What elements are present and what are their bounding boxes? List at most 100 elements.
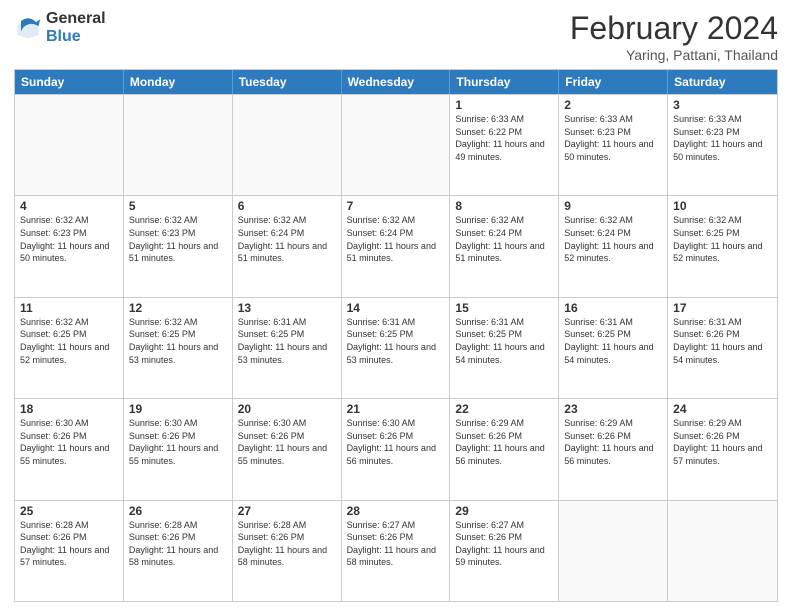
- day-number: 2: [564, 98, 662, 112]
- calendar-cell: 5Sunrise: 6:32 AMSunset: 6:23 PMDaylight…: [124, 196, 233, 296]
- sun-info: Sunrise: 6:33 AMSunset: 6:22 PMDaylight:…: [455, 113, 553, 163]
- calendar-cell: 25Sunrise: 6:28 AMSunset: 6:26 PMDayligh…: [15, 501, 124, 601]
- header: General Blue February 2024 Yaring, Patta…: [14, 10, 778, 63]
- day-number: 17: [673, 301, 772, 315]
- calendar-cell: 7Sunrise: 6:32 AMSunset: 6:24 PMDaylight…: [342, 196, 451, 296]
- sun-info: Sunrise: 6:32 AMSunset: 6:24 PMDaylight:…: [238, 214, 336, 264]
- calendar-cell: 1Sunrise: 6:33 AMSunset: 6:22 PMDaylight…: [450, 95, 559, 195]
- day-number: 24: [673, 402, 772, 416]
- sun-info: Sunrise: 6:31 AMSunset: 6:25 PMDaylight:…: [238, 316, 336, 366]
- day-number: 10: [673, 199, 772, 213]
- sun-info: Sunrise: 6:32 AMSunset: 6:24 PMDaylight:…: [347, 214, 445, 264]
- sun-info: Sunrise: 6:30 AMSunset: 6:26 PMDaylight:…: [347, 417, 445, 467]
- page: General Blue February 2024 Yaring, Patta…: [0, 0, 792, 612]
- day-number: 8: [455, 199, 553, 213]
- calendar-cell: 15Sunrise: 6:31 AMSunset: 6:25 PMDayligh…: [450, 298, 559, 398]
- calendar-cell: 20Sunrise: 6:30 AMSunset: 6:26 PMDayligh…: [233, 399, 342, 499]
- calendar-header-cell: Friday: [559, 70, 668, 94]
- sun-info: Sunrise: 6:27 AMSunset: 6:26 PMDaylight:…: [347, 519, 445, 569]
- calendar-cell: [124, 95, 233, 195]
- sun-info: Sunrise: 6:32 AMSunset: 6:24 PMDaylight:…: [455, 214, 553, 264]
- sun-info: Sunrise: 6:32 AMSunset: 6:25 PMDaylight:…: [20, 316, 118, 366]
- sun-info: Sunrise: 6:28 AMSunset: 6:26 PMDaylight:…: [129, 519, 227, 569]
- calendar-header-row: SundayMondayTuesdayWednesdayThursdayFrid…: [15, 70, 777, 94]
- calendar-cell: 2Sunrise: 6:33 AMSunset: 6:23 PMDaylight…: [559, 95, 668, 195]
- location: Yaring, Pattani, Thailand: [570, 47, 778, 63]
- sun-info: Sunrise: 6:30 AMSunset: 6:26 PMDaylight:…: [129, 417, 227, 467]
- calendar-header-cell: Monday: [124, 70, 233, 94]
- calendar-cell: 14Sunrise: 6:31 AMSunset: 6:25 PMDayligh…: [342, 298, 451, 398]
- day-number: 6: [238, 199, 336, 213]
- sun-info: Sunrise: 6:29 AMSunset: 6:26 PMDaylight:…: [455, 417, 553, 467]
- month-year: February 2024: [570, 10, 778, 47]
- day-number: 18: [20, 402, 118, 416]
- calendar-cell: [233, 95, 342, 195]
- calendar-row: 25Sunrise: 6:28 AMSunset: 6:26 PMDayligh…: [15, 500, 777, 601]
- calendar-header-cell: Thursday: [450, 70, 559, 94]
- calendar-header-cell: Saturday: [668, 70, 777, 94]
- logo: General Blue: [14, 10, 106, 45]
- calendar-cell: 9Sunrise: 6:32 AMSunset: 6:24 PMDaylight…: [559, 196, 668, 296]
- sun-info: Sunrise: 6:33 AMSunset: 6:23 PMDaylight:…: [673, 113, 772, 163]
- sun-info: Sunrise: 6:31 AMSunset: 6:26 PMDaylight:…: [673, 316, 772, 366]
- sun-info: Sunrise: 6:29 AMSunset: 6:26 PMDaylight:…: [673, 417, 772, 467]
- logo-general: General: [46, 10, 106, 28]
- calendar-cell: 19Sunrise: 6:30 AMSunset: 6:26 PMDayligh…: [124, 399, 233, 499]
- day-number: 27: [238, 504, 336, 518]
- day-number: 3: [673, 98, 772, 112]
- calendar: SundayMondayTuesdayWednesdayThursdayFrid…: [14, 69, 778, 602]
- sun-info: Sunrise: 6:32 AMSunset: 6:24 PMDaylight:…: [564, 214, 662, 264]
- calendar-header-cell: Tuesday: [233, 70, 342, 94]
- calendar-cell: 8Sunrise: 6:32 AMSunset: 6:24 PMDaylight…: [450, 196, 559, 296]
- calendar-cell: [668, 501, 777, 601]
- calendar-cell: 29Sunrise: 6:27 AMSunset: 6:26 PMDayligh…: [450, 501, 559, 601]
- calendar-cell: 11Sunrise: 6:32 AMSunset: 6:25 PMDayligh…: [15, 298, 124, 398]
- calendar-row: 18Sunrise: 6:30 AMSunset: 6:26 PMDayligh…: [15, 398, 777, 499]
- calendar-row: 4Sunrise: 6:32 AMSunset: 6:23 PMDaylight…: [15, 195, 777, 296]
- calendar-cell: 28Sunrise: 6:27 AMSunset: 6:26 PMDayligh…: [342, 501, 451, 601]
- calendar-cell: 24Sunrise: 6:29 AMSunset: 6:26 PMDayligh…: [668, 399, 777, 499]
- calendar-header-cell: Wednesday: [342, 70, 451, 94]
- title-block: February 2024 Yaring, Pattani, Thailand: [570, 10, 778, 63]
- calendar-cell: [15, 95, 124, 195]
- sun-info: Sunrise: 6:31 AMSunset: 6:25 PMDaylight:…: [347, 316, 445, 366]
- day-number: 1: [455, 98, 553, 112]
- day-number: 14: [347, 301, 445, 315]
- day-number: 7: [347, 199, 445, 213]
- calendar-cell: 12Sunrise: 6:32 AMSunset: 6:25 PMDayligh…: [124, 298, 233, 398]
- logo-text: General Blue: [46, 10, 106, 45]
- day-number: 13: [238, 301, 336, 315]
- calendar-body: 1Sunrise: 6:33 AMSunset: 6:22 PMDaylight…: [15, 94, 777, 601]
- sun-info: Sunrise: 6:32 AMSunset: 6:23 PMDaylight:…: [129, 214, 227, 264]
- sun-info: Sunrise: 6:28 AMSunset: 6:26 PMDaylight:…: [238, 519, 336, 569]
- sun-info: Sunrise: 6:32 AMSunset: 6:23 PMDaylight:…: [20, 214, 118, 264]
- calendar-header-cell: Sunday: [15, 70, 124, 94]
- day-number: 11: [20, 301, 118, 315]
- calendar-cell: 23Sunrise: 6:29 AMSunset: 6:26 PMDayligh…: [559, 399, 668, 499]
- day-number: 21: [347, 402, 445, 416]
- day-number: 4: [20, 199, 118, 213]
- calendar-cell: 16Sunrise: 6:31 AMSunset: 6:25 PMDayligh…: [559, 298, 668, 398]
- calendar-cell: 3Sunrise: 6:33 AMSunset: 6:23 PMDaylight…: [668, 95, 777, 195]
- calendar-cell: 17Sunrise: 6:31 AMSunset: 6:26 PMDayligh…: [668, 298, 777, 398]
- sun-info: Sunrise: 6:29 AMSunset: 6:26 PMDaylight:…: [564, 417, 662, 467]
- calendar-cell: 4Sunrise: 6:32 AMSunset: 6:23 PMDaylight…: [15, 196, 124, 296]
- logo-icon: [14, 14, 42, 42]
- calendar-cell: 13Sunrise: 6:31 AMSunset: 6:25 PMDayligh…: [233, 298, 342, 398]
- calendar-cell: 10Sunrise: 6:32 AMSunset: 6:25 PMDayligh…: [668, 196, 777, 296]
- day-number: 23: [564, 402, 662, 416]
- logo-blue: Blue: [46, 28, 106, 46]
- day-number: 12: [129, 301, 227, 315]
- day-number: 29: [455, 504, 553, 518]
- sun-info: Sunrise: 6:30 AMSunset: 6:26 PMDaylight:…: [20, 417, 118, 467]
- calendar-cell: 21Sunrise: 6:30 AMSunset: 6:26 PMDayligh…: [342, 399, 451, 499]
- day-number: 19: [129, 402, 227, 416]
- calendar-cell: 27Sunrise: 6:28 AMSunset: 6:26 PMDayligh…: [233, 501, 342, 601]
- day-number: 26: [129, 504, 227, 518]
- sun-info: Sunrise: 6:33 AMSunset: 6:23 PMDaylight:…: [564, 113, 662, 163]
- sun-info: Sunrise: 6:27 AMSunset: 6:26 PMDaylight:…: [455, 519, 553, 569]
- day-number: 9: [564, 199, 662, 213]
- day-number: 5: [129, 199, 227, 213]
- calendar-row: 1Sunrise: 6:33 AMSunset: 6:22 PMDaylight…: [15, 94, 777, 195]
- day-number: 28: [347, 504, 445, 518]
